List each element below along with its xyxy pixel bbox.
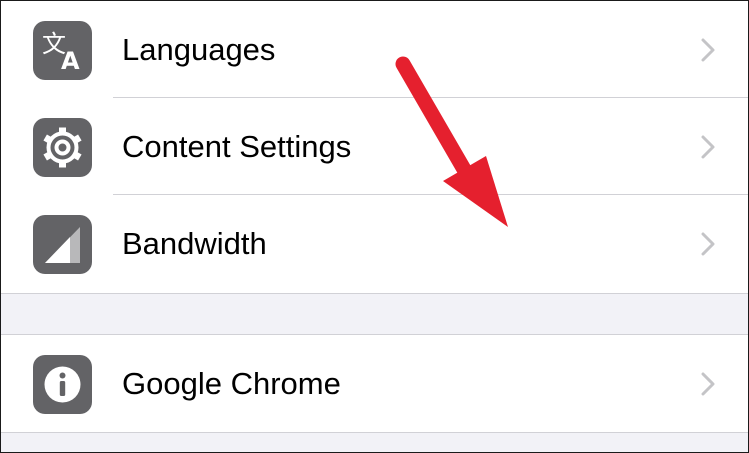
- settings-row-label: Languages: [122, 32, 276, 67]
- chevron-right-icon: [701, 372, 715, 396]
- settings-row-label: Google Chrome: [122, 366, 341, 401]
- section-gap: [1, 432, 748, 452]
- section-gap: [1, 293, 748, 335]
- translate-icon: 文 A: [33, 21, 92, 80]
- chevron-right-icon: [701, 135, 715, 159]
- settings-row-label: Bandwidth: [122, 226, 267, 261]
- settings-row-google-chrome[interactable]: Google Chrome: [1, 335, 748, 432]
- settings-group-about: Google Chrome: [1, 335, 748, 432]
- settings-group-main: 文 A Languages Content Settings Bandwidth: [1, 1, 748, 293]
- info-icon: [33, 355, 92, 414]
- settings-screen: 文 A Languages Content Settings Bandwidth…: [0, 0, 749, 453]
- bandwidth-signal-icon: [33, 215, 92, 274]
- chevron-right-icon: [701, 232, 715, 256]
- settings-row-bandwidth[interactable]: Bandwidth: [1, 195, 748, 292]
- gear-icon: [33, 118, 92, 177]
- settings-row-content-settings[interactable]: Content Settings: [1, 98, 748, 195]
- svg-text:A: A: [61, 47, 80, 75]
- settings-row-label: Content Settings: [122, 129, 352, 164]
- settings-row-languages[interactable]: 文 A Languages: [1, 1, 748, 98]
- chevron-right-icon: [701, 38, 715, 62]
